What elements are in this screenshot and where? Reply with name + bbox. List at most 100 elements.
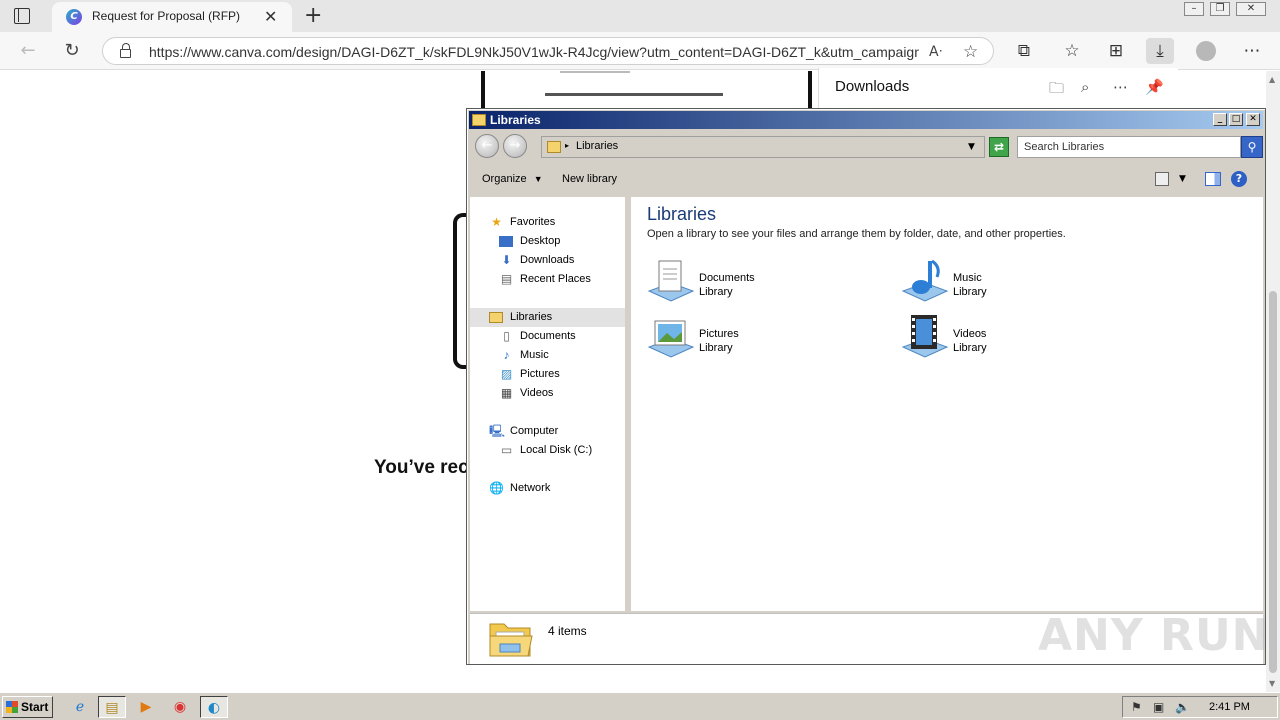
downloads-panel: Downloads 🗀 ⌕ ⋯ 📌: [818, 68, 1178, 108]
library-tile-music[interactable]: Music Library: [901, 257, 1141, 309]
address-dropdown-icon[interactable]: ▼: [968, 142, 975, 152]
search-placeholder: Search Libraries: [1024, 141, 1105, 153]
internet-explorer-icon[interactable]: ℯ: [66, 696, 94, 718]
nav-item-desktop[interactable]: Desktop: [470, 232, 625, 251]
library-name: Videos Library: [953, 328, 987, 354]
library-tile-videos[interactable]: Videos Library: [901, 313, 1141, 365]
lock-icon[interactable]: [120, 43, 131, 58]
nav-item-local-disk[interactable]: ▭ Local Disk (C:): [470, 441, 625, 460]
nav-item-documents[interactable]: ▯ Documents: [470, 327, 625, 346]
document-frame: [481, 71, 812, 109]
close-window-icon[interactable]: ✕: [1236, 2, 1266, 16]
breadcrumb-arrow-icon[interactable]: ▸: [565, 141, 569, 150]
library-tile-documents[interactable]: Documents Library: [647, 257, 887, 309]
scrollbar-thumb[interactable]: [1269, 291, 1277, 673]
chrome-icon[interactable]: ◉: [166, 696, 194, 718]
change-view-icon[interactable]: [1155, 172, 1169, 186]
canva-favicon-icon: C: [66, 9, 82, 25]
organize-label: Organize: [482, 173, 527, 185]
start-label: Start: [21, 700, 49, 714]
new-tab-button[interactable]: +: [304, 3, 322, 28]
nav-label: Videos: [520, 387, 554, 399]
refresh-icon[interactable]: ↻: [60, 39, 84, 63]
nav-item-network[interactable]: 🌐 Network: [470, 479, 625, 498]
pictures-icon: ▨: [500, 367, 513, 381]
nav-item-libraries[interactable]: Libraries: [470, 308, 625, 327]
flag-icon[interactable]: ⚑: [1131, 700, 1142, 714]
tab-close-icon[interactable]: ✕: [264, 7, 277, 26]
explorer-forward-icon[interactable]: →: [503, 134, 527, 158]
libraries-folder-icon: [547, 141, 561, 153]
explorer-minimize-icon[interactable]: _: [1213, 113, 1227, 126]
computer-icon: 🖳: [489, 424, 506, 438]
scroll-up-icon[interactable]: ▲: [1269, 75, 1275, 84]
explorer-close-icon[interactable]: ✕: [1246, 113, 1260, 126]
media-player-icon[interactable]: ▶: [132, 696, 160, 718]
system-tray: ⚑ ▣ 🔈 2:41 PM: [1122, 696, 1278, 718]
libraries-folder-icon: [489, 312, 503, 323]
tab-active[interactable]: C Request for Proposal (RFP) ✕: [52, 2, 292, 32]
library-tile-pictures[interactable]: Pictures Library: [647, 313, 887, 365]
taskbar: Start ℯ ▤ ▶ ◉ ◐ ⚑ ▣ 🔈 2:41 PM: [0, 692, 1280, 720]
new-library-button[interactable]: New library: [562, 173, 617, 185]
explorer-maximize-icon[interactable]: □: [1229, 113, 1243, 126]
restore-icon[interactable]: ❐: [1210, 2, 1230, 16]
tab-title: Request for Proposal (RFP): [92, 9, 241, 23]
scroll-down-icon[interactable]: ▼: [1269, 679, 1275, 688]
nav-item-pictures[interactable]: ▨ Pictures: [470, 365, 625, 384]
collections-icon[interactable]: ⊞: [1102, 38, 1130, 64]
explorer-back-icon[interactable]: ←: [475, 134, 499, 158]
downloads-icon[interactable]: ⤓: [1146, 38, 1174, 64]
nav-label: Pictures: [520, 368, 560, 380]
page-scrollbar[interactable]: ▲ ▼: [1266, 71, 1280, 692]
read-aloud-icon[interactable]: Aᐧ: [929, 44, 942, 60]
explorer-taskbar-icon[interactable]: ▤: [98, 696, 126, 718]
tab-actions-icon[interactable]: [14, 8, 30, 24]
url-field[interactable]: https://www.canva.com/design/DAGI-D6ZT_k…: [102, 37, 994, 65]
search-icon[interactable]: ⌕: [1081, 78, 1089, 96]
profile-avatar[interactable]: [1196, 41, 1216, 61]
clock[interactable]: 2:41 PM: [1209, 701, 1250, 713]
start-button[interactable]: Start: [2, 696, 53, 718]
organize-button[interactable]: Organize ▼: [482, 173, 543, 185]
nav-item-computer[interactable]: 🖳 Computer: [470, 422, 625, 441]
nav-label: Libraries: [510, 311, 553, 323]
explorer-search-icon[interactable]: ⚲: [1241, 136, 1263, 158]
add-favorite-icon[interactable]: ☆: [963, 42, 978, 62]
help-icon[interactable]: ?: [1231, 171, 1247, 187]
network-tray-icon[interactable]: ▣: [1153, 700, 1164, 714]
music-icon: ♪: [503, 348, 510, 362]
pin-icon[interactable]: 📌: [1145, 78, 1164, 96]
nav-item-favorites[interactable]: ★ Favorites: [470, 213, 625, 232]
minimize-icon[interactable]: –: [1184, 2, 1204, 16]
open-folder-icon[interactable]: 🗀: [1049, 78, 1064, 103]
back-icon[interactable]: ←: [16, 39, 40, 63]
explorer-address-field[interactable]: ▸ Libraries ▼: [541, 136, 985, 158]
music-library-icon: [901, 259, 949, 302]
preview-pane-icon[interactable]: [1205, 172, 1221, 186]
extensions-icon[interactable]: ⧉: [1010, 38, 1038, 64]
nav-item-videos[interactable]: ▦ Videos: [470, 384, 625, 403]
nav-label: Music: [520, 349, 549, 361]
nav-label: Local Disk (C:): [520, 444, 593, 456]
nav-item-recent-places[interactable]: ▤ Recent Places: [470, 270, 625, 289]
volume-icon[interactable]: 🔈: [1175, 700, 1190, 714]
explorer-search-input[interactable]: Search Libraries: [1017, 136, 1241, 158]
more-menu-icon[interactable]: ⋯: [1238, 38, 1266, 64]
nav-item-downloads[interactable]: ⬇ Downloads: [470, 251, 625, 270]
favorites-icon[interactable]: ☆: [1058, 38, 1086, 64]
edge-icon[interactable]: ◐: [200, 696, 228, 718]
nav-item-music[interactable]: ♪ Music: [470, 346, 625, 365]
videos-library-icon: [901, 315, 949, 358]
url-text: https://www.canva.com/design/DAGI-D6ZT_k…: [149, 44, 919, 60]
view-dropdown-icon[interactable]: ▼: [1179, 174, 1186, 184]
explorer-refresh-icon[interactable]: ⇄: [989, 137, 1009, 157]
breadcrumb[interactable]: Libraries: [576, 140, 618, 152]
nav-label: Downloads: [520, 254, 575, 266]
explorer-titlebar[interactable]: Libraries _ □ ✕: [469, 111, 1263, 129]
nav-label: Favorites: [510, 216, 556, 228]
nav-label: Recent Places: [520, 273, 591, 285]
document-line: [545, 93, 723, 96]
star-icon: ★: [491, 215, 502, 229]
more-options-icon[interactable]: ⋯: [1113, 78, 1128, 96]
